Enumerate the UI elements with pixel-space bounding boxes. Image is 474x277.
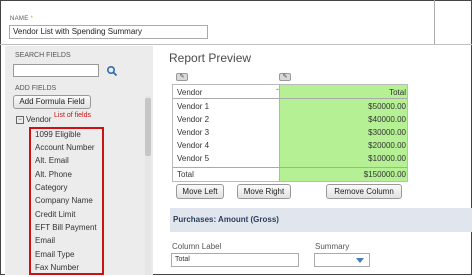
cell-total: $50000.00 [368, 102, 406, 111]
column-properties-title: Purchases: Amount (Gross) [173, 215, 279, 224]
cell-vendor: Vendor 5 [177, 154, 210, 163]
add-formula-field-button[interactable]: Add Formula Field [13, 95, 91, 109]
move-left-button[interactable]: Move Left [176, 184, 224, 199]
sort-caret-icon: ⌃ [275, 89, 281, 95]
divider [173, 167, 407, 168]
cell-vendor: Vendor 1 [177, 102, 210, 111]
divider [173, 98, 407, 99]
vendor-group-toggle[interactable]: − Vendor [16, 115, 51, 124]
cell-total: $10000.00 [368, 154, 406, 163]
column-header-total[interactable]: Total [389, 88, 406, 97]
list-of-fields-annotation: List of fields [54, 112, 91, 119]
cell-vendor: Vendor 4 [177, 141, 210, 150]
sidebar-scroll-thumb[interactable] [145, 98, 151, 156]
chevron-down-icon [356, 258, 364, 263]
search-icon[interactable] [106, 65, 118, 77]
field-list-highlight [29, 127, 104, 275]
divider [434, 0, 435, 44]
divider [0, 44, 472, 45]
add-fields-label: ADD FIELDS [15, 85, 57, 92]
cell-total: $40000.00 [368, 115, 406, 124]
cell-total: $20000.00 [368, 141, 406, 150]
summary-select[interactable] [314, 253, 370, 267]
cell-vendor: Vendor 3 [177, 128, 210, 137]
total-row-value: $150000.00 [363, 170, 406, 179]
summary-label: Summary [315, 242, 350, 251]
edit-pencil-icon[interactable]: ✎ [176, 73, 188, 81]
report-preview-title: Report Preview [169, 51, 252, 65]
column-label-input[interactable]: Total [171, 253, 299, 267]
move-right-button[interactable]: Move Right [237, 184, 291, 199]
search-fields-input[interactable] [13, 64, 99, 77]
total-row-label: Total [177, 170, 194, 179]
collapse-icon: − [16, 116, 24, 124]
name-input[interactable]: Vendor List with Spending Summary [9, 25, 208, 39]
required-mark: * [30, 16, 34, 22]
edit-pencil-icon[interactable]: ✎ [279, 73, 291, 81]
column-header-vendor[interactable]: Vendor [177, 88, 202, 97]
cell-total: $30000.00 [368, 128, 406, 137]
name-label: NAME * [10, 16, 34, 22]
column-label-label: Column Label [172, 242, 222, 251]
search-fields-label: SEARCH FIELDS [15, 52, 71, 59]
vendor-group-label: Vendor [26, 115, 52, 124]
remove-column-button[interactable]: Remove Column [326, 184, 402, 199]
cell-vendor: Vendor 2 [177, 115, 210, 124]
